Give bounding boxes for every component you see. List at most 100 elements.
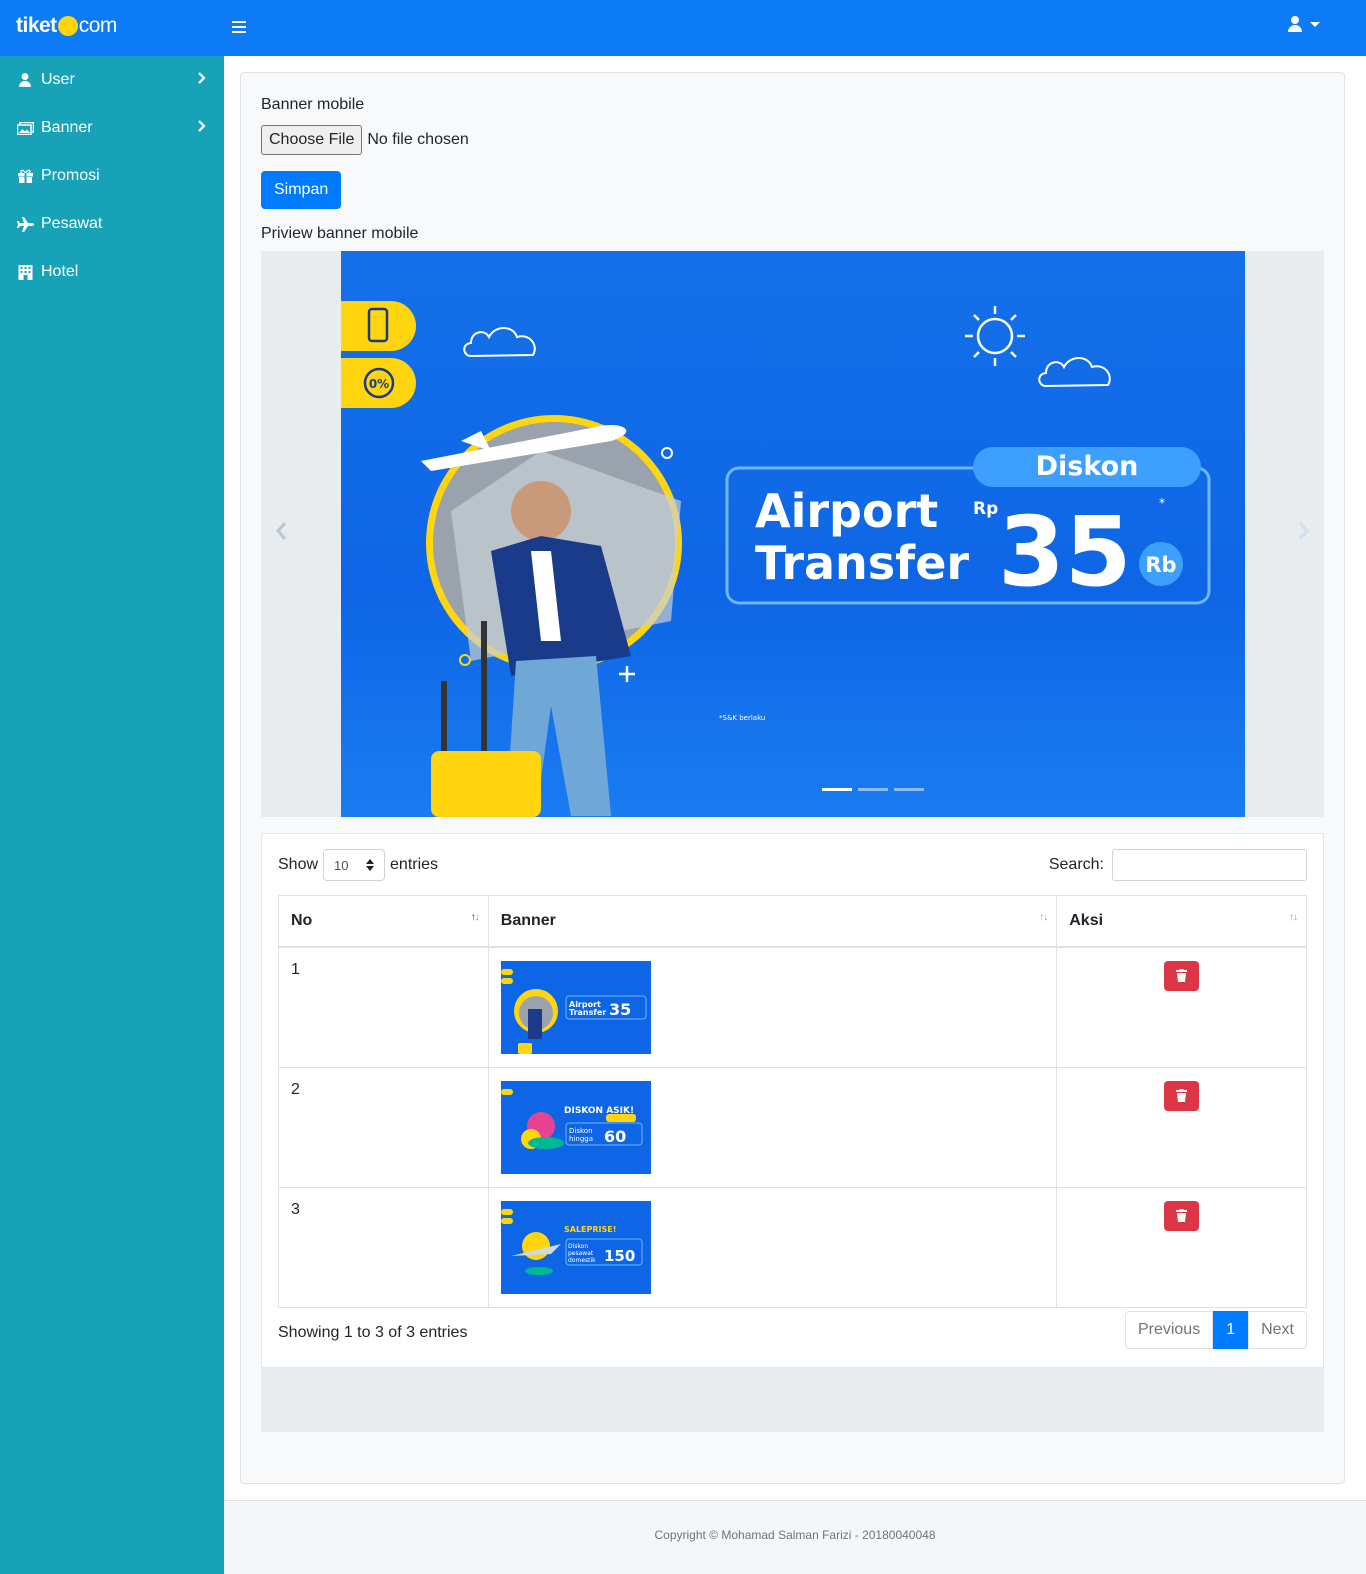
footer: Copyright © Mohamad Salman Farizi - 2018… <box>224 1500 1366 1574</box>
banner-table: No ↑↓ Banner ↑↓ Aksi ↑↓ 1 Airport Transf… <box>278 895 1307 1308</box>
choose-file-button[interactable]: Choose File <box>261 125 363 155</box>
svg-text:150: 150 <box>604 1247 635 1265</box>
chevron-right-icon <box>198 120 206 132</box>
delete-button[interactable] <box>1164 960 1200 991</box>
banner-cell: Airport Transfer 35 <box>487 946 1058 1068</box>
previous-button[interactable]: Previous <box>1124 1311 1214 1349</box>
carousel-indicator[interactable] <box>858 788 888 791</box>
trash-icon <box>1176 969 1188 982</box>
sort-select-icon <box>366 859 375 871</box>
carousel-indicator[interactable] <box>894 788 924 791</box>
save-button[interactable]: Simpan <box>261 171 342 209</box>
sidebar-item-label: Banner <box>41 119 93 136</box>
svg-text:Diskon: Diskon <box>569 1127 593 1135</box>
svg-text:*: * <box>1159 496 1165 510</box>
page-size-select[interactable]: 10 <box>323 849 386 881</box>
user-icon <box>16 72 34 88</box>
sidebar-item-pesawat[interactable]: Pesawat <box>0 200 224 248</box>
row-number: 3 <box>278 1186 489 1308</box>
next-button[interactable]: Next <box>1248 1311 1307 1349</box>
sidebar-item-hotel[interactable]: Hotel <box>0 248 224 296</box>
delete-button[interactable] <box>1164 1200 1200 1231</box>
svg-text:SALEPRISE!: SALEPRISE! <box>564 1225 616 1234</box>
sidebar-item-label: Pesawat <box>41 215 103 232</box>
svg-text:domestik: domestik <box>568 1257 596 1264</box>
file-input[interactable]: Choose File No file chosen <box>261 125 469 155</box>
svg-text:hingga: hingga <box>569 1135 593 1143</box>
sidebar-item-label: Hotel <box>41 263 79 280</box>
banner-mobile-label: Banner mobile <box>261 96 365 113</box>
table-info: Showing 1 to 3 of 3 entries <box>278 1324 468 1341</box>
file-status: No file chosen <box>367 131 469 148</box>
delete-button[interactable] <box>1164 1080 1200 1111</box>
row-number: 1 <box>278 946 489 1068</box>
svg-text:60: 60 <box>604 1127 626 1146</box>
page-size-value: 10 <box>334 857 349 873</box>
action-cell <box>1056 946 1307 1068</box>
banner-unit: Rb <box>1145 553 1176 577</box>
sidebar-item-banner[interactable]: Banner <box>0 104 224 152</box>
svg-text:Transfer: Transfer <box>569 1008 606 1017</box>
banner-headline-2: Transfer <box>755 536 969 590</box>
show-label: Show <box>278 856 319 873</box>
sort-icon: ↑↓ <box>470 912 480 923</box>
carousel-prev-icon[interactable] <box>275 521 287 541</box>
brand-logo[interactable]: tiket com <box>16 14 117 38</box>
copyright-text: Copyright © Mohamad Salman Farizi - 2018… <box>654 1528 936 1542</box>
bars-icon[interactable] <box>232 18 246 36</box>
banner-thumbnail: DISKON ASIK! Diskon hingga 60 <box>500 1080 651 1174</box>
banner-thumbnail: SALEPRISE! Diskon pesawat domestik 150 <box>500 1200 651 1294</box>
banner-badge: Diskon <box>1036 451 1139 482</box>
action-cell <box>1056 1066 1307 1188</box>
airport-transfer-banner: 0% Diskon Airport Transfer Rp 35 Rb * *S… <box>341 301 1211 817</box>
user-menu-toggle[interactable] <box>1288 16 1320 32</box>
table-search: Search: <box>1049 849 1307 881</box>
table-row: 3 SALEPRISE! Diskon pesawat domestik 150 <box>278 1186 1307 1308</box>
sidebar-item-user[interactable]: User <box>0 56 224 104</box>
carousel-next-icon[interactable] <box>1298 521 1310 541</box>
brand-tld: com <box>78 14 118 37</box>
entries-label: entries <box>390 856 439 873</box>
banner-cell: DISKON ASIK! Diskon hingga 60 <box>487 1066 1058 1188</box>
trash-icon <box>1176 1089 1188 1102</box>
svg-text:0%: 0% <box>369 377 389 391</box>
table-row: 1 Airport Transfer 35 <box>278 946 1307 1068</box>
banner-cell: SALEPRISE! Diskon pesawat domestik 150 <box>487 1186 1058 1308</box>
pagination: Previous 1 Next <box>1124 1311 1307 1349</box>
banner-carousel: 0% Diskon Airport Transfer Rp 35 Rb * *S… <box>261 251 1324 817</box>
user-icon <box>1288 16 1302 32</box>
search-input[interactable] <box>1112 849 1307 881</box>
brand-dot <box>57 16 78 36</box>
table-row: 2 DISKON ASIK! Diskon hingga 60 <box>278 1066 1307 1188</box>
svg-text:Diskon: Diskon <box>568 1243 588 1250</box>
banner-table-card: Show 10 entries Search: No ↑↓ Banner ↑↓ Ak… <box>261 833 1324 1368</box>
row-number: 2 <box>278 1066 489 1188</box>
column-header-aksi[interactable]: Aksi ↑↓ <box>1056 895 1307 948</box>
carousel-bottom-band <box>261 1368 1324 1432</box>
banner-terms: *S&K berlaku <box>719 714 765 722</box>
banner-form-card: Banner mobile Choose File No file chosen… <box>240 72 1345 1484</box>
plane-icon <box>16 216 34 232</box>
column-header-banner[interactable]: Banner ↑↓ <box>487 895 1058 948</box>
svg-text:35: 35 <box>609 1000 631 1019</box>
banner-currency: Rp <box>973 499 998 519</box>
banner-amount: 35 <box>998 496 1132 608</box>
svg-text:pesawat: pesawat <box>568 1250 594 1257</box>
chevron-down-icon <box>1310 21 1320 27</box>
carousel-indicator[interactable] <box>822 788 852 791</box>
column-header-no[interactable]: No ↑↓ <box>278 895 489 948</box>
main-content: Banner mobile Choose File No file chosen… <box>224 56 1366 1500</box>
search-label: Search: <box>1048 856 1104 873</box>
trash-icon <box>1176 1209 1188 1222</box>
sidebar: User Banner Promosi Pesawat Hotel <box>0 56 224 1574</box>
banner-thumbnail: Airport Transfer 35 <box>500 960 651 1054</box>
page-button[interactable]: 1 <box>1213 1311 1249 1349</box>
banner-headline-1: Airport <box>755 484 938 538</box>
sidebar-item-promosi[interactable]: Promosi <box>0 152 224 200</box>
sidebar-item-label: User <box>41 71 75 88</box>
top-navbar: tiket com <box>0 0 1366 56</box>
hotel-icon <box>16 264 34 280</box>
preview-label: Priview banner mobile <box>261 225 419 242</box>
carousel-indicators <box>822 788 924 791</box>
brand-name: tiket <box>16 14 57 37</box>
